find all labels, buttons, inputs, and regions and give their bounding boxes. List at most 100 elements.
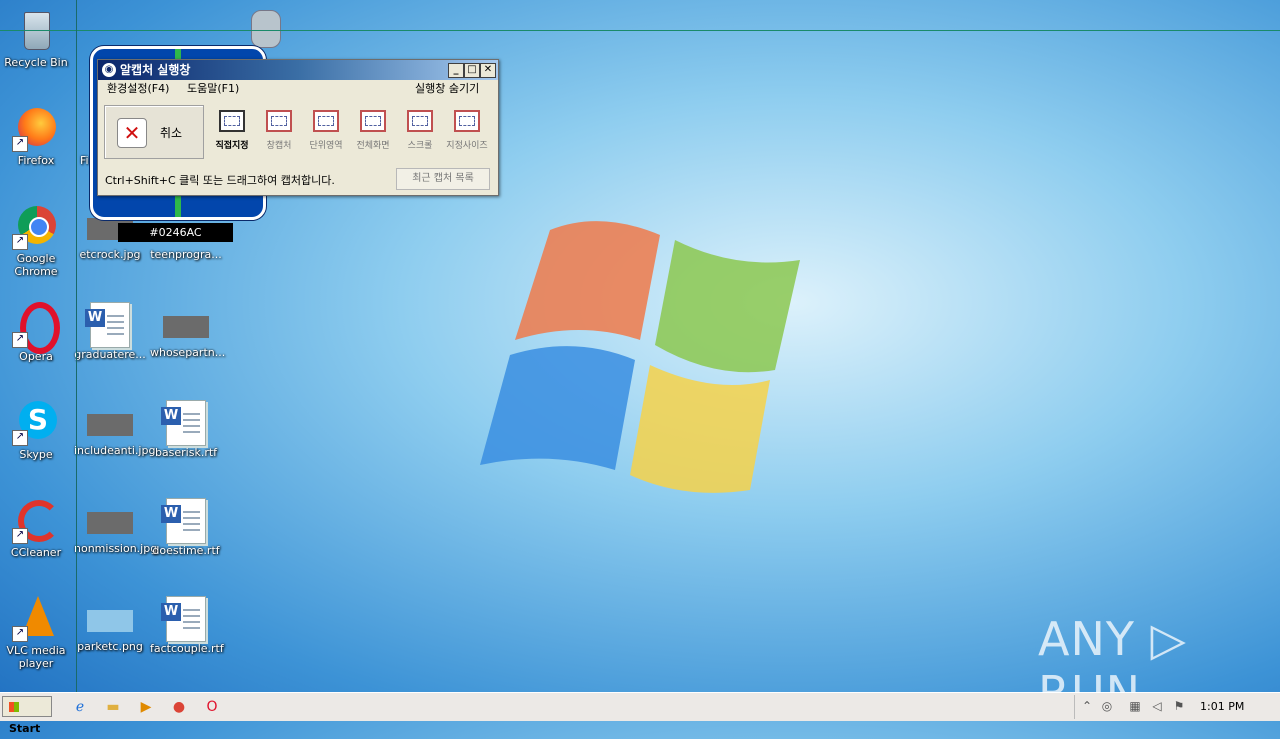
desktop-icon-whosepartn[interactable]: whosepartn... [150, 300, 226, 359]
image-file-icon [87, 512, 133, 534]
taskbar: Start ℯ ▬ ▶ ● O ⌃ ◎ ▦ ◁ ⚑ 1:01 PM [0, 692, 1280, 735]
media-player-icon[interactable]: ▶ [136, 697, 156, 717]
icon-label: CCleaner [10, 546, 62, 559]
window-title: 알캡처 실행창 [120, 63, 191, 77]
firefox-icon: ↗ [12, 104, 60, 152]
alcapture-tray-icon[interactable]: ◎ [1099, 697, 1115, 715]
word-doc-icon: W [161, 498, 206, 544]
show-hidden-icons-icon[interactable]: ⌃ [1079, 697, 1095, 715]
shortcut-arrow-icon: ↗ [12, 136, 28, 152]
icon-label: includeanti.jpg [74, 444, 156, 457]
menu-hide-window[interactable]: 실행창 숨기기 [415, 80, 479, 98]
clock[interactable]: 1:01 PM [1200, 695, 1244, 719]
icon-label: Skype [19, 448, 53, 461]
capture-hint-text: Ctrl+Shift+C 클릭 또는 드래그하여 캡처합니다. [105, 174, 335, 187]
tool-full-screen[interactable]: 전체화면 [351, 110, 395, 151]
desktop-icon-graduatere[interactable]: W graduatere... [74, 300, 146, 361]
volume-icon[interactable]: ◁ [1149, 697, 1165, 715]
desktop-icon-chrome[interactable]: ↗ Google Chrome [0, 202, 72, 278]
minimize-button[interactable]: _ [448, 63, 464, 78]
vlc-icon: ↗ [12, 594, 60, 642]
icon-label: doestime.rtf [152, 544, 220, 557]
network-icon[interactable]: ▦ [1127, 697, 1143, 715]
scroll-capture-icon [407, 110, 433, 132]
menu-settings[interactable]: 환경설정(F4) [107, 80, 169, 98]
tool-direct-select[interactable]: 직접지정 [210, 110, 254, 151]
opera-icon: ↗ [12, 300, 60, 354]
windows-logo-wallpaper [480, 221, 800, 493]
desktop-icon-vlc[interactable]: ↗ VLC media player [0, 594, 72, 670]
icon-label: factcouple.rtf [150, 642, 224, 655]
cancel-x-icon: ✕ [117, 118, 147, 148]
system-tray: ⌃ ◎ ▦ ◁ ⚑ 1:01 PM [1074, 695, 1280, 719]
word-doc-icon: W [85, 302, 130, 348]
shortcut-arrow-icon: ↗ [12, 234, 28, 250]
icon-label: nonmission.jpg [74, 542, 158, 555]
word-doc-icon: W [161, 596, 206, 642]
icon-label: etcrock.jpg [79, 248, 141, 261]
word-doc-icon: W [161, 400, 206, 446]
tool-label: 단위영역 [309, 141, 343, 151]
shortcut-arrow-icon: ↗ [12, 332, 28, 348]
ie-icon[interactable]: ℯ [70, 697, 90, 717]
direct-select-icon [219, 110, 245, 132]
recent-captures-button[interactable]: 최근 캡처 목록 [396, 168, 490, 190]
tool-fixed-size[interactable]: 지정사이즈 [445, 110, 489, 151]
maximize-button[interactable]: □ [464, 63, 480, 78]
opera-icon[interactable]: O [202, 697, 222, 717]
start-button[interactable]: Start [2, 696, 52, 735]
desktop-icon-includeanti[interactable]: includeanti.jpg [74, 398, 156, 457]
desktop-icon-doestime[interactable]: W doestime.rtf [150, 496, 222, 557]
icon-label: baserisk.rtf [154, 446, 218, 459]
start-label: Start [9, 722, 41, 735]
desktop-icon-nonmission[interactable]: nonmission.jpg [74, 496, 158, 555]
image-file-icon [163, 316, 209, 338]
shortcut-arrow-icon: ↗ [12, 626, 28, 642]
tool-label: 직접지정 [215, 141, 249, 151]
desktop-icon-recycle-bin[interactable]: Recycle Bin [0, 6, 72, 69]
shortcut-arrow-icon: ↗ [12, 528, 28, 544]
shortcut-arrow-icon: ↗ [12, 430, 28, 446]
windows-flag-icon [9, 702, 19, 712]
recent-captures-label: 최근 캡처 목록 [412, 173, 474, 184]
desktop-icon-parketc[interactable]: parketc.png [74, 594, 146, 653]
tool-label: 지정사이즈 [446, 141, 488, 151]
tool-label: 창캡처 [266, 141, 292, 151]
tool-window-capture[interactable]: 창캡처 [257, 110, 301, 151]
capture-window-titlebar[interactable]: ◉ 알캡처 실행창 _ □ ✕ [98, 60, 498, 80]
unit-region-icon [313, 110, 339, 132]
icon-label: parketc.png [77, 640, 143, 653]
crosshair-vertical-line [76, 0, 77, 720]
desktop-icon-firefox[interactable]: ↗ Firefox [0, 104, 72, 167]
menu-help[interactable]: 도움말(F1) [187, 80, 239, 98]
tool-label: 전체화면 [356, 141, 390, 151]
color-code-readout: #0246AC [118, 223, 233, 242]
tool-scroll[interactable]: 스크롤 [398, 110, 442, 151]
icon-label: VLC media player [6, 644, 66, 670]
desktop-icon-ccleaner[interactable]: ↗ CCleaner [0, 496, 72, 559]
close-button[interactable]: ✕ [480, 63, 496, 78]
explorer-icon[interactable]: ▬ [103, 697, 123, 717]
crosshair-horizontal-line [0, 30, 1280, 31]
chrome-icon: ↗ [12, 202, 60, 250]
alcapture-app-icon: ◉ [102, 63, 116, 77]
desktop-icon-baserisk[interactable]: W baserisk.rtf [150, 398, 222, 459]
icon-label: Recycle Bin [4, 56, 68, 69]
desktop-icon-skype[interactable]: S ↗ Skype [0, 398, 72, 461]
skype-icon: S ↗ [12, 398, 60, 446]
cancel-capture-button[interactable]: ✕ 취소 [104, 105, 204, 159]
fixed-size-icon [454, 110, 480, 132]
tool-unit-region[interactable]: 단위영역 [304, 110, 348, 151]
capture-window: ◉ 알캡처 실행창 _ □ ✕ 환경설정(F4) 도움말(F1) 실행창 숨기기… [97, 59, 499, 196]
action-center-flag-icon[interactable]: ⚑ [1171, 697, 1187, 715]
cancel-label: 취소 [160, 126, 183, 140]
desktop-icon-factcouple[interactable]: W factcouple.rtf [150, 594, 224, 655]
chrome-icon[interactable]: ● [169, 697, 189, 717]
icon-label: graduatere... [74, 348, 146, 361]
image-file-icon [87, 414, 133, 436]
icon-label: Google Chrome [14, 252, 58, 278]
desktop-icon-opera[interactable]: ↗ Opera [0, 300, 72, 363]
icon-label: whosepartn... [150, 346, 226, 359]
icon-label: Firefox [17, 154, 55, 167]
icon-label: teenprogra... [150, 248, 222, 261]
